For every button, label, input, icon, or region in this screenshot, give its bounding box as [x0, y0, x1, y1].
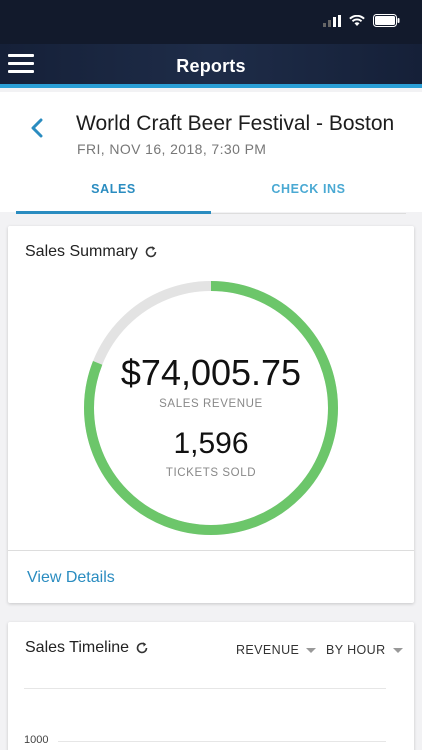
- sales-timeline-card: Sales Timeline REVENUE BY HOUR 1000: [8, 622, 414, 750]
- caret-down-icon: [306, 647, 317, 653]
- tickets-sold-value: 1,596: [173, 427, 249, 460]
- view-details-link[interactable]: View Details: [27, 569, 115, 587]
- report-tabs: SALES CHECK INS: [16, 172, 406, 214]
- tab-sales[interactable]: SALES: [16, 172, 211, 214]
- nav-bar: Reports: [0, 44, 422, 88]
- event-header: World Craft Beer Festival - Boston FRI, …: [0, 92, 422, 214]
- chart-gridline: [24, 688, 386, 689]
- back-chevron-icon[interactable]: [26, 116, 50, 140]
- caret-down-icon: [392, 647, 403, 653]
- refresh-icon[interactable]: [135, 641, 149, 655]
- tickets-sold-label: TICKETS SOLD: [165, 467, 257, 479]
- sales-revenue-value: $74,005.75: [120, 352, 302, 393]
- chart-gridline: [58, 741, 386, 742]
- status-icons: [323, 14, 400, 27]
- refresh-icon[interactable]: [144, 245, 158, 259]
- interval-dropdown-label: BY HOUR: [326, 643, 386, 657]
- sales-revenue-label: SALES REVENUE: [159, 398, 263, 410]
- signal-icon: [323, 14, 341, 27]
- page-title: Reports: [176, 56, 246, 76]
- event-date: FRI, NOV 16, 2018, 7:30 PM: [77, 141, 267, 157]
- metric-dropdown[interactable]: REVENUE: [236, 643, 317, 657]
- interval-dropdown[interactable]: BY HOUR: [326, 643, 403, 657]
- sales-timeline-header: Sales Timeline: [25, 639, 149, 657]
- sales-timeline-title: Sales Timeline: [25, 639, 130, 656]
- wifi-icon: [349, 14, 365, 26]
- sales-summary-title: Sales Summary: [25, 243, 138, 260]
- card-divider: [8, 550, 414, 551]
- status-bar: [0, 0, 422, 44]
- tab-check-ins[interactable]: CHECK INS: [211, 172, 406, 214]
- metric-dropdown-label: REVENUE: [236, 643, 300, 657]
- chart-y-tick: 1000: [24, 734, 49, 746]
- event-title: World Craft Beer Festival - Boston: [76, 112, 395, 135]
- sales-summary-header: Sales Summary: [25, 243, 158, 261]
- sales-summary-card: Sales Summary $74,005.75 SALES REVENUE 1…: [8, 226, 414, 603]
- battery-icon: [373, 14, 400, 27]
